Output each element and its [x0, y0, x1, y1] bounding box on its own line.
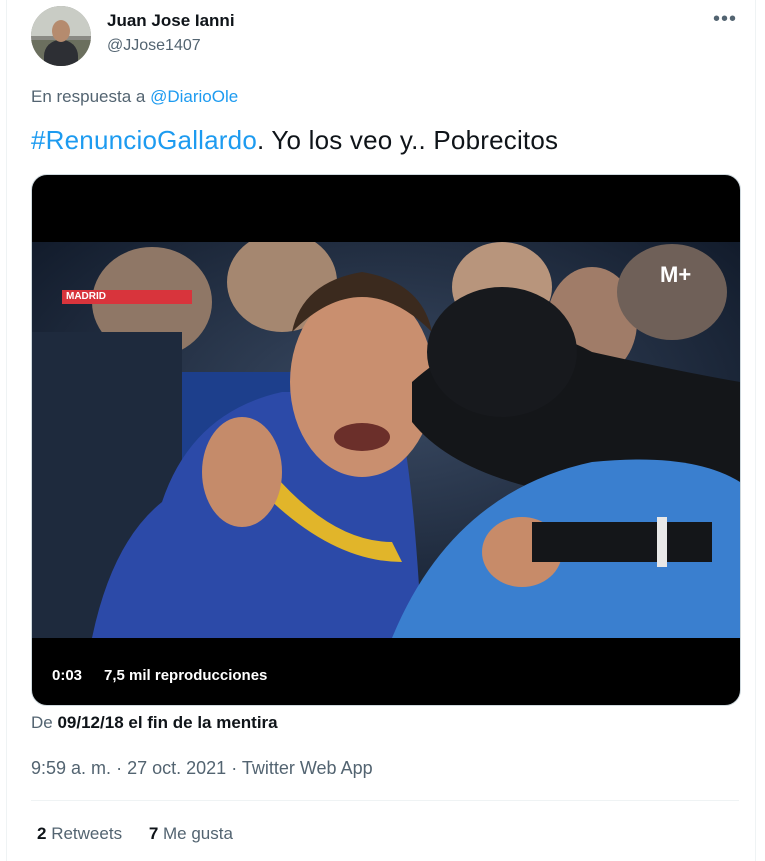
video-frame[interactable]: MADRID M+ [32, 242, 740, 638]
meta-separator: · [116, 758, 123, 778]
author-name[interactable]: Juan Jose Ianni [107, 11, 235, 31]
source-prefix: De [31, 713, 53, 732]
broadcaster-logo: M+ [660, 262, 692, 287]
reply-prefix: En respuesta a [31, 87, 146, 106]
tweet-stats: 2 Retweets 7 Me gusta [37, 824, 255, 844]
video-source: De 09/12/18 el fin de la mentira [31, 713, 278, 733]
divider [31, 800, 739, 801]
likes-stat[interactable]: 7 Me gusta [149, 824, 233, 843]
tweet-card: Juan Jose Ianni @JJose1407 ••• En respue… [6, 0, 756, 861]
retweets-count: 2 [37, 824, 47, 843]
author-handle[interactable]: @JJose1407 [107, 37, 201, 55]
more-options-icon[interactable]: ••• [709, 6, 741, 34]
source-title-link[interactable]: 09/12/18 el fin de la mentira [57, 713, 277, 732]
tweet-date-link[interactable]: 27 oct. 2021 [127, 758, 226, 778]
hashtag-link[interactable]: #RenuncioGallardo [31, 125, 257, 155]
video-player[interactable]: MADRID M+ 0:03 7,5 mil reproducciones [31, 174, 741, 706]
video-time: 0:03 [52, 667, 83, 684]
tweet-body: . Yo los veo y.. Pobrecitos [257, 125, 559, 155]
reply-mention-link[interactable]: @DiarioOle [150, 87, 238, 106]
meta-separator: · [231, 758, 238, 778]
tweet-metadata: 9:59 a. m. · 27 oct. 2021 · Twitter Web … [31, 758, 373, 779]
avatar[interactable] [31, 6, 91, 66]
reply-context: En respuesta a @DiarioOle [31, 87, 238, 107]
tweet-client: Twitter Web App [241, 758, 373, 778]
likes-count: 7 [148, 824, 159, 843]
retweets-stat[interactable]: 2 Retweets [37, 824, 122, 843]
video-views: 7,5 mil reproducciones [104, 667, 268, 684]
likes-label: Me gusta [163, 824, 233, 843]
tweet-text: #RenuncioGallardo. Yo los veo y.. Pobrec… [31, 125, 558, 156]
retweets-label: Retweets [51, 824, 123, 843]
tweet-time-link[interactable]: 9:59 a. m. [31, 758, 111, 778]
channel-label: MADRID [66, 291, 106, 302]
